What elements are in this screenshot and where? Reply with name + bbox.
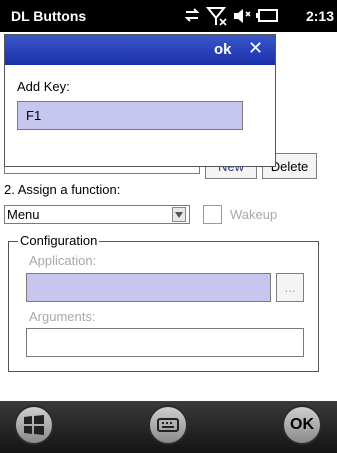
taskbar: OK: [0, 401, 337, 453]
application-label: Application:: [29, 253, 97, 268]
app-title: DL Buttons: [11, 8, 87, 24]
configuration-title: Configuration: [18, 233, 100, 248]
taskbar-ok-label: OK: [290, 416, 314, 433]
clock[interactable]: 2:13: [306, 8, 334, 24]
add-key-label: Add Key:: [17, 79, 70, 94]
browse-button[interactable]: ...: [276, 273, 304, 302]
close-icon[interactable]: ✕: [248, 38, 263, 59]
keyboard-button[interactable]: [148, 405, 188, 445]
keyboard-icon: [157, 418, 179, 432]
dialog-ok-button[interactable]: ok: [214, 41, 232, 58]
sync-icon[interactable]: [183, 6, 201, 24]
start-button[interactable]: [14, 405, 54, 445]
function-select-value: Menu: [7, 207, 40, 222]
delete-button-label: Delete: [270, 158, 309, 174]
function-select[interactable]: Menu: [4, 205, 190, 224]
assign-function-label: 2. Assign a function:: [4, 182, 121, 197]
arguments-label: Arguments:: [29, 309, 96, 324]
arguments-input[interactable]: [26, 328, 304, 357]
windows-logo-icon: [24, 415, 44, 435]
taskbar-ok-button[interactable]: OK: [282, 405, 322, 445]
status-bar: DL Buttons 2:13: [0, 0, 337, 32]
wakeup-label: Wakeup: [230, 207, 278, 222]
wakeup-checkbox[interactable]: [203, 205, 222, 224]
add-key-dialog: ok ✕ Add Key: F1: [4, 34, 276, 167]
application-input[interactable]: [26, 273, 271, 302]
volume-icon[interactable]: [232, 6, 252, 26]
signal-icon[interactable]: [206, 5, 228, 27]
browse-button-label: ...: [284, 280, 296, 295]
dropdown-arrow-icon[interactable]: [172, 207, 186, 222]
key-input-value: F1: [26, 108, 42, 123]
battery-icon[interactable]: [256, 9, 278, 23]
key-input[interactable]: F1: [17, 101, 243, 130]
dialog-title-bar: ok ✕: [5, 35, 275, 65]
